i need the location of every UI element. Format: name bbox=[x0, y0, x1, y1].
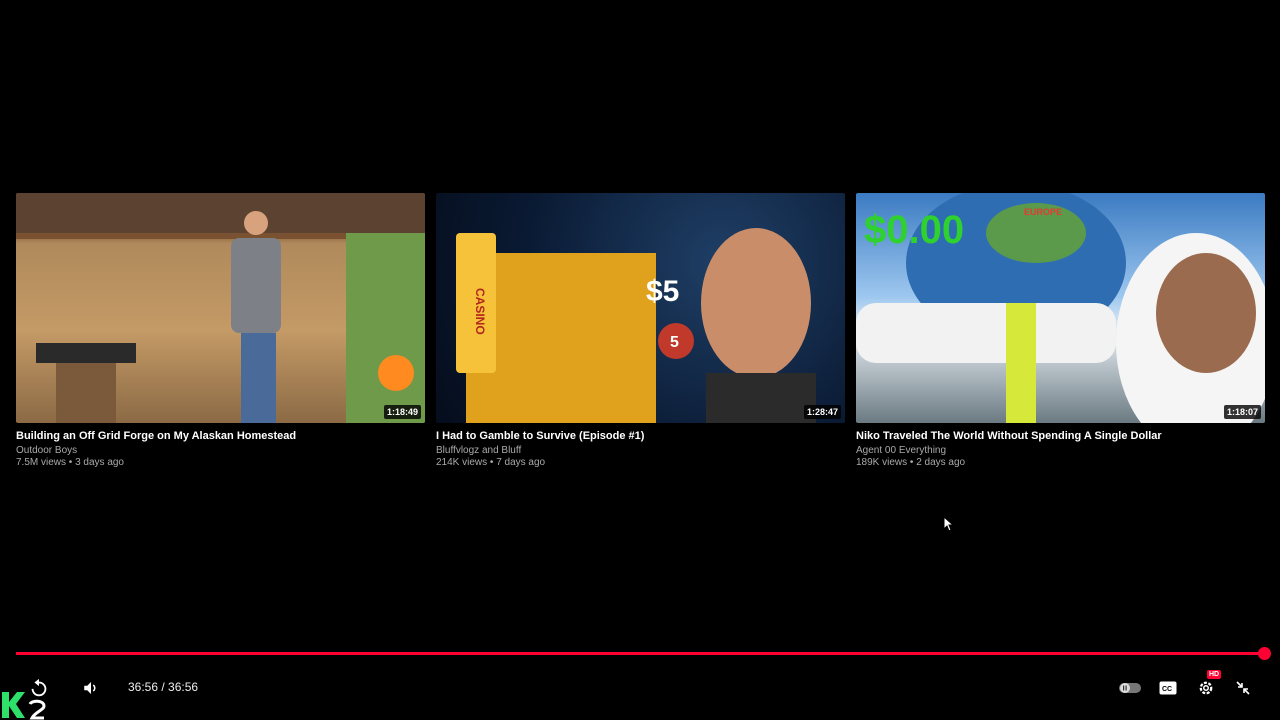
progress-scrubber[interactable] bbox=[1258, 647, 1271, 660]
channel-name: Agent 00 Everything bbox=[856, 445, 947, 456]
mute-button[interactable] bbox=[80, 676, 102, 700]
time-display: 36:56 / 36:56 bbox=[128, 680, 199, 694]
volume-icon bbox=[84, 682, 96, 694]
autoplay-toggle[interactable] bbox=[1118, 678, 1142, 698]
cursor-icon bbox=[943, 516, 955, 532]
video-duration: 1:18:07 bbox=[1223, 405, 1261, 419]
video-card[interactable]: 1:18:49 Building an Off Grid Forge on My… bbox=[16, 193, 425, 469]
channel-name: Bluffvlogz and Bluff bbox=[436, 445, 522, 456]
thumbnail-amount-text: $0.00 bbox=[864, 208, 964, 252]
exit-fullscreen-button[interactable] bbox=[1232, 676, 1254, 700]
thumbnail-price-text: $5 bbox=[646, 275, 679, 308]
channel-logo bbox=[2, 692, 46, 720]
video-stats: 7.5M views • 3 days ago bbox=[16, 457, 124, 468]
player-controls: 36:56 / 36:56 CC HD bbox=[0, 668, 1280, 708]
video-duration: 1:18:49 bbox=[383, 405, 421, 419]
thumbnail-art: CASINO $5 5 bbox=[456, 228, 816, 423]
endscreen-grid: 1:18:49 Building an Off Grid Forge on My… bbox=[16, 193, 1265, 469]
casino-sign-text: CASINO bbox=[473, 288, 487, 335]
autoplay-toggle-icon bbox=[1119, 683, 1141, 693]
settings-icon bbox=[1199, 681, 1213, 695]
channel-name: Outdoor Boys bbox=[16, 445, 78, 456]
video-stats: 214K views • 7 days ago bbox=[436, 457, 546, 468]
thumbnail-region-text: EUROPE bbox=[1024, 207, 1062, 217]
video-thumbnail[interactable]: CASINO $5 5 1:28:47 bbox=[436, 193, 845, 423]
video-thumbnail[interactable]: 1:18:49 bbox=[16, 193, 425, 423]
video-card[interactable]: $0.00 EUROPE 1:18:07 Niko Traveled The W… bbox=[856, 193, 1265, 469]
settings-button[interactable]: HD bbox=[1194, 670, 1222, 700]
video-title[interactable]: Niko Traveled The World Without Spending… bbox=[856, 429, 1265, 443]
video-title[interactable]: I Had to Gamble to Survive (Episode #1) bbox=[436, 429, 845, 443]
thumbnail-art bbox=[16, 193, 425, 423]
hd-badge: HD bbox=[1207, 670, 1222, 679]
video-stats: 189K views • 2 days ago bbox=[856, 457, 966, 468]
chip-value-text: 5 bbox=[670, 334, 679, 351]
video-title[interactable]: Building an Off Grid Forge on My Alaskan… bbox=[16, 429, 425, 443]
exit-fullscreen-icon bbox=[1236, 681, 1250, 695]
svg-text:CC: CC bbox=[1162, 686, 1172, 693]
video-thumbnail[interactable]: $0.00 EUROPE 1:18:07 bbox=[856, 193, 1265, 423]
thumbnail-art: $0.00 EUROPE bbox=[856, 193, 1265, 423]
captions-icon: CC bbox=[1159, 681, 1177, 695]
video-card[interactable]: CASINO $5 5 1:28:47 I Had to Gamble to S… bbox=[436, 193, 845, 469]
video-duration: 1:28:47 bbox=[803, 405, 841, 419]
captions-button[interactable]: CC bbox=[1156, 678, 1180, 698]
progress-bar[interactable] bbox=[16, 652, 1264, 655]
